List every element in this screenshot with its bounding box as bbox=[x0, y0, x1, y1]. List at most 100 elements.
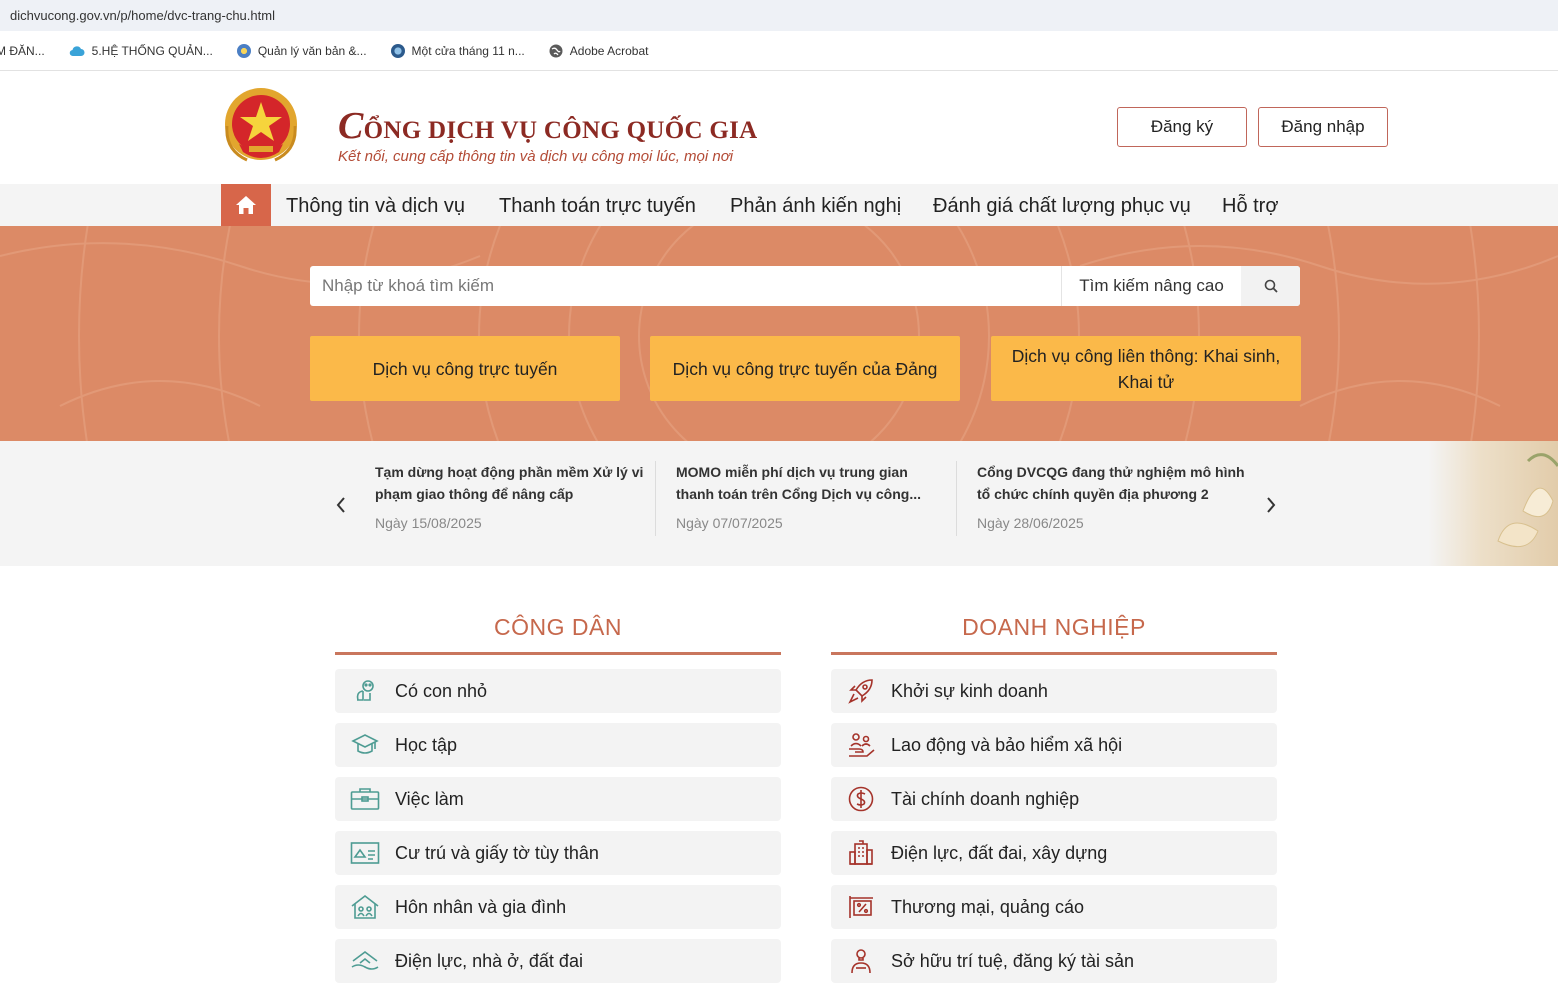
chevron-left-icon[interactable] bbox=[334, 495, 348, 515]
national-emblem-icon bbox=[225, 88, 297, 162]
baby-icon bbox=[356, 680, 374, 701]
url-text: dichvucong.gov.vn/p/home/dvc-trang-chu.h… bbox=[10, 8, 275, 23]
news-divider bbox=[956, 461, 957, 536]
cta-online-services[interactable]: Dịch vụ công trực tuyến bbox=[310, 336, 620, 401]
address-bar[interactable]: dichvucong.gov.vn/p/home/dvc-trang-chu.h… bbox=[0, 0, 1558, 31]
category-label: Điện lực, đất đai, xây dựng bbox=[891, 842, 1108, 863]
site-title: CỔNG DỊCH VỤ CÔNG QUỐC GIA bbox=[338, 104, 758, 148]
percent-sign-icon bbox=[849, 896, 873, 918]
nav-home[interactable] bbox=[221, 184, 271, 226]
category-label: Sở hữu trí tuệ, đăng ký tài sản bbox=[891, 950, 1134, 971]
globe-icon bbox=[236, 43, 251, 58]
bookmark-item-label: Adobe Acrobat bbox=[569, 43, 649, 58]
home-icon bbox=[236, 196, 256, 214]
cloud-icon bbox=[69, 45, 85, 56]
news-item[interactable]: Tạm dừng hoạt động phần mềm Xử lý vi phạ… bbox=[375, 461, 645, 531]
citizen-item-marriage-family[interactable]: Hôn nhân và gia đình bbox=[335, 885, 781, 929]
nav-item-feedback[interactable]: Phản ánh kiến nghị bbox=[730, 184, 901, 226]
title-initial: C bbox=[338, 105, 364, 147]
section-underline bbox=[335, 652, 781, 655]
graduation-cap-icon bbox=[351, 734, 379, 754]
search-input[interactable] bbox=[310, 266, 1061, 306]
news-item[interactable]: MOMO miễn phí dịch vụ trung gian thanh t… bbox=[676, 461, 946, 531]
main-nav: Thông tin và dịch vụ Thanh toán trực tuy… bbox=[0, 184, 1558, 226]
news-date: Ngày 15/08/2025 bbox=[375, 515, 482, 531]
cta-birth-death-services[interactable]: Dịch vụ công liên thông: Khai sinh, Khai… bbox=[991, 336, 1301, 401]
nav-item-support[interactable]: Hỗ trợ bbox=[1222, 184, 1278, 226]
news-divider bbox=[655, 461, 656, 536]
citizen-item-education[interactable]: Học tập bbox=[335, 723, 781, 767]
section-title: DOANH NGHIỆP bbox=[962, 614, 1146, 640]
business-item-intellectual-property[interactable]: Sở hữu trí tuệ, đăng ký tài sản bbox=[831, 939, 1277, 983]
citizen-item-electricity-housing-land[interactable]: Điện lực, nhà ở, đất đai bbox=[335, 939, 781, 983]
advanced-search-button[interactable]: Tìm kiếm nâng cao bbox=[1061, 266, 1241, 306]
nav-item-online-payment[interactable]: Thanh toán trực tuyến bbox=[499, 184, 696, 226]
dollar-icon bbox=[848, 786, 874, 812]
globe-icon bbox=[390, 43, 405, 58]
category-label: Cư trú và giấy tờ tùy thân bbox=[395, 842, 599, 863]
bookmark-item-label: Một cửa tháng 11 n... bbox=[411, 43, 525, 58]
business-item-corporate-finance[interactable]: Tài chính doanh nghiệp bbox=[831, 777, 1277, 821]
family-home-icon bbox=[351, 894, 379, 919]
news-carousel: Tạm dừng hoạt động phần mềm Xử lý vi phạ… bbox=[0, 441, 1558, 566]
bookmark-item-label: M ĐĂN... bbox=[0, 43, 45, 58]
category-label: Khởi sự kinh doanh bbox=[891, 680, 1048, 701]
category-label: Lao động và bảo hiểm xã hội bbox=[891, 734, 1123, 755]
business-item-start-business[interactable]: Khởi sự kinh doanh bbox=[831, 669, 1277, 713]
site-header: CỔNG DỊCH VỤ CÔNG QUỐC GIA Kết nối, cung… bbox=[0, 72, 1558, 184]
search-button[interactable] bbox=[1241, 266, 1300, 306]
section-title: CÔNG DÂN bbox=[494, 614, 622, 640]
category-label: Học tập bbox=[395, 734, 458, 755]
category-label: Thương mại, quảng cáo bbox=[891, 896, 1084, 917]
search-banner: Tìm kiếm nâng cao Dịch vụ công trực tuyế… bbox=[0, 226, 1558, 441]
bookmark-item[interactable]: M ĐĂN... bbox=[0, 44, 45, 58]
bookmark-item-label: Quản lý văn bản &... bbox=[257, 43, 367, 58]
business-item-trade-advertising[interactable]: Thương mại, quảng cáo bbox=[831, 885, 1277, 929]
register-button[interactable]: Đăng ký bbox=[1117, 107, 1247, 147]
bookmark-item[interactable]: Một cửa tháng 11 n... bbox=[390, 43, 525, 58]
business-item-labor-insurance[interactable]: Lao động và bảo hiểm xã hội bbox=[831, 723, 1277, 767]
rocket-icon bbox=[848, 679, 873, 704]
business-item-electricity-land-construction[interactable]: Điện lực, đất đai, xây dựng bbox=[831, 831, 1277, 875]
house-land-icon bbox=[351, 951, 379, 970]
category-label: Việc làm bbox=[395, 788, 464, 809]
login-button[interactable]: Đăng nhập bbox=[1258, 107, 1388, 147]
news-date: Ngày 07/07/2025 bbox=[676, 515, 783, 531]
cta-party-online-services[interactable]: Dịch vụ công trực tuyến của Đảng bbox=[650, 336, 960, 401]
category-label: Có con nhỏ bbox=[395, 680, 488, 701]
idea-person-icon bbox=[851, 949, 871, 974]
news-title: Cổng DVCQG đang thử nghiệm mô hình tổ ch… bbox=[977, 464, 1245, 502]
globe-icon bbox=[549, 44, 563, 57]
hand-people-icon bbox=[849, 733, 875, 757]
briefcase-icon bbox=[350, 788, 380, 810]
site-subtitle: Kết nối, cung cấp thông tin và dịch vụ c… bbox=[338, 148, 734, 165]
lotus-icon bbox=[1497, 453, 1558, 548]
building-icon bbox=[849, 840, 873, 865]
bookmark-item[interactable]: Adobe Acrobat bbox=[549, 44, 649, 58]
title-rest: ỔNG DỊCH VỤ CÔNG QUỐC GIA bbox=[363, 117, 758, 144]
chevron-right-icon[interactable] bbox=[1264, 495, 1278, 515]
news-title: Tạm dừng hoạt động phần mềm Xử lý vi phạ… bbox=[375, 464, 644, 502]
category-label: Tài chính doanh nghiệp bbox=[891, 788, 1080, 809]
citizen-item-residence-id[interactable]: Cư trú và giấy tờ tùy thân bbox=[335, 831, 781, 875]
lotus-decoration bbox=[1428, 441, 1558, 566]
citizen-section: CÔNG DÂN Có con nhỏ Học tập Việc làm Cư … bbox=[335, 612, 781, 993]
search-icon bbox=[1264, 279, 1278, 293]
bookmarks-bar: M ĐĂN... 5.HỆ THỐNG QUẢN... Quản lý văn … bbox=[0, 31, 1558, 71]
news-date: Ngày 28/06/2025 bbox=[977, 515, 1084, 531]
nav-item-info-services[interactable]: Thông tin và dịch vụ bbox=[286, 184, 465, 226]
bookmark-item[interactable]: 5.HỆ THỐNG QUẢN... bbox=[69, 44, 213, 58]
nav-item-service-rating[interactable]: Đánh giá chất lượng phục vụ bbox=[933, 184, 1191, 226]
news-item[interactable]: Cổng DVCQG đang thử nghiệm mô hình tổ ch… bbox=[977, 461, 1247, 531]
bronze-drum-pattern-icon bbox=[0, 226, 1558, 441]
category-label: Hôn nhân và gia đình bbox=[395, 896, 567, 917]
category-label: Điện lực, nhà ở, đất đai bbox=[395, 950, 583, 971]
news-title: MOMO miễn phí dịch vụ trung gian thanh t… bbox=[676, 464, 921, 502]
citizen-item-employment[interactable]: Việc làm bbox=[335, 777, 781, 821]
search-bar: Tìm kiếm nâng cao bbox=[310, 266, 1300, 306]
citizen-item-small-children[interactable]: Có con nhỏ bbox=[335, 669, 781, 713]
bookmark-item-label: 5.HỆ THỐNG QUẢN... bbox=[91, 43, 213, 58]
business-section: DOANH NGHIỆP Khởi sự kinh doanh Lao động… bbox=[831, 612, 1277, 993]
bookmark-item[interactable]: Quản lý văn bản &... bbox=[236, 43, 367, 58]
id-card-icon bbox=[350, 842, 380, 864]
